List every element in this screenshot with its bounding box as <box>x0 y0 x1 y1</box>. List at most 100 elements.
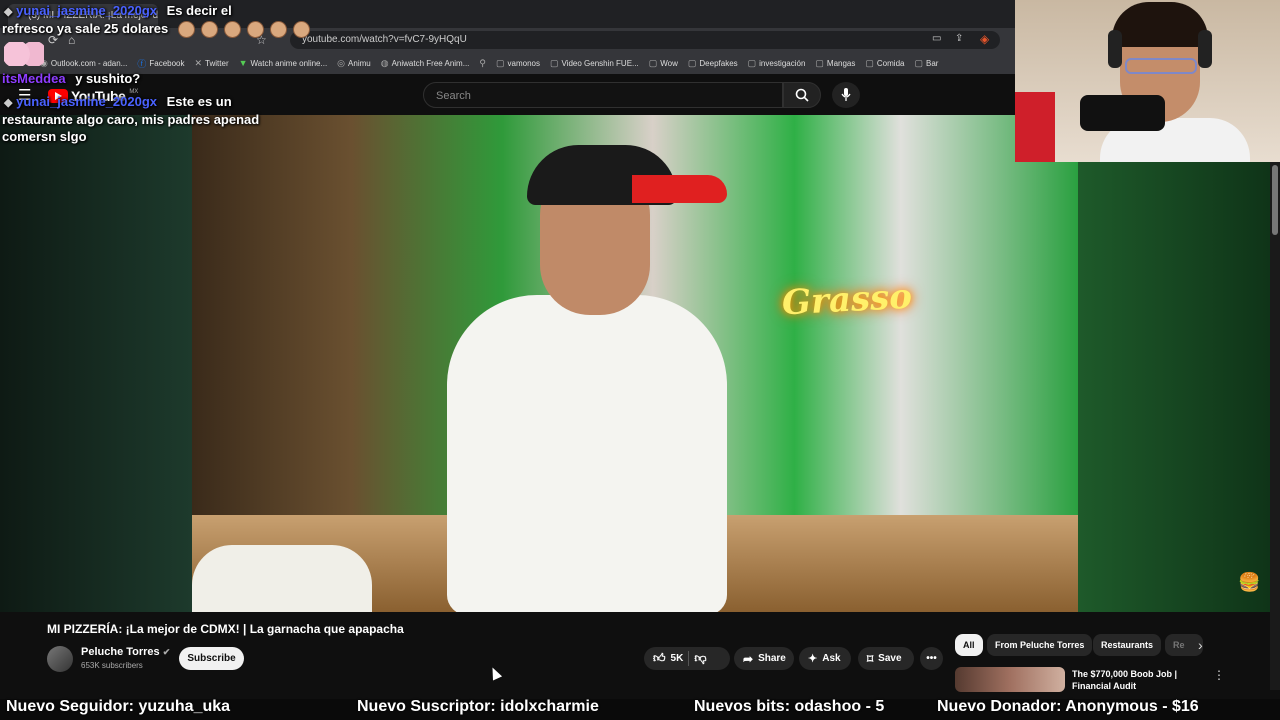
thumbs-up-icon: 👍︎ <box>653 651 666 665</box>
chat-text: restaurante algo caro, mis padres apenad <box>2 112 260 127</box>
share-page-icon[interactable]: ⇪ <box>955 33 963 44</box>
address-bar[interactable]: youtube.com/watch?v=fvC7-9yHQqU <box>290 31 1000 49</box>
bookmark-folder-investigacion[interactable]: ▢ investigación <box>748 58 806 69</box>
bookmark-unnamed[interactable]: ⚲ <box>479 58 486 69</box>
more-actions-button[interactable]: ••• <box>920 647 943 670</box>
alert-new-donation: Nuevo Donador: Anonymous - $16 <box>937 698 1199 715</box>
webcam-chair <box>1015 92 1055 162</box>
chat-username: yunai_jasmine_2020gx <box>16 3 158 18</box>
aniwatch-icon: ◍ <box>380 57 389 68</box>
neon-sign: Grasso <box>781 276 913 324</box>
voice-search-button[interactable] <box>832 82 860 108</box>
bookmark-folder-wow[interactable]: ▢ Wow <box>649 58 678 69</box>
microphone-icon <box>841 88 851 101</box>
recommended-thumbnail[interactable] <box>955 667 1065 692</box>
bookmark-watch-anime[interactable]: ▼ Watch anime online... <box>239 58 328 68</box>
search-input[interactable]: Search <box>423 82 783 108</box>
bookmark-facebook[interactable]: ⓕ Facebook <box>137 57 184 70</box>
webcam-glasses <box>1125 58 1197 74</box>
bookmark-twitter[interactable]: ✕ Twitter <box>195 58 229 69</box>
like-dislike-group: 👍︎ 5K 👎︎ <box>644 647 730 670</box>
globe-icon: ◎ <box>337 57 346 68</box>
chevron-right-icon[interactable]: › <box>1198 637 1203 653</box>
chat-text: Este es un <box>166 94 232 109</box>
video-title: MI PIZZERÍA: ¡La mejor de CDMX! | La gar… <box>47 622 404 636</box>
more-horizontal-icon: ••• <box>926 653 937 664</box>
anime-site-icon: ▼ <box>238 58 248 68</box>
chat-message: itsMeddea y sushito? <box>2 70 140 88</box>
headphones-icon <box>1108 30 1122 68</box>
video-ambient-left <box>0 115 192 612</box>
video-stool <box>192 545 372 612</box>
folder-icon: ▢ <box>687 57 697 68</box>
bookmark-folder-genshin[interactable]: ▢ Video Genshin FUE... <box>550 58 639 69</box>
webcam-hair <box>1112 2 1208 47</box>
burger-emote-icon: 🍔 <box>1238 572 1261 592</box>
folder-icon: ▢ <box>747 57 757 68</box>
chat-text: comersn slgo <box>2 129 87 144</box>
emote-icon <box>269 21 287 39</box>
chat-text: refresco ya sale 25 dolares <box>2 21 169 36</box>
folder-icon: ▢ <box>495 57 505 68</box>
video-person-shirt <box>447 295 727 612</box>
chat-message: refresco ya sale 25 dolares <box>2 20 316 39</box>
pin-icon: ⚲ <box>479 57 486 68</box>
share-button[interactable]: ➦ Share <box>734 647 794 670</box>
chip-from-channel[interactable]: From Peluche Torres <box>987 634 1093 656</box>
subscriber-count: 653K subscribers <box>81 661 143 670</box>
channel-name[interactable]: Peluche Torres ✔ <box>81 646 170 658</box>
bookmarks-bar: ◉Outlook.com - adan... ⓕFacebook ✕Twitte… <box>0 52 1015 74</box>
more-vertical-icon[interactable]: ⋮ <box>1213 668 1225 682</box>
dislike-button[interactable]: 👎︎ <box>694 651 706 666</box>
chat-badge-icon: ◆ <box>4 97 13 109</box>
like-button[interactable]: 👍︎ 5K <box>653 651 683 666</box>
chat-badge-icon: ◆ <box>4 6 13 18</box>
bookmark-icon: ⌑ <box>867 651 874 666</box>
page-scrollbar-thumb[interactable] <box>1272 165 1278 235</box>
channel-avatar[interactable] <box>47 646 73 672</box>
mouse-cursor-icon <box>487 665 503 681</box>
folder-icon: ▢ <box>865 57 874 68</box>
folder-icon: ▢ <box>914 57 923 68</box>
chat-text: y sushito? <box>75 71 141 86</box>
emote-icon <box>292 21 310 39</box>
folder-icon: ▢ <box>549 57 559 68</box>
ask-button[interactable]: ✦ Ask <box>799 647 851 670</box>
verified-badge-icon: ✔ <box>162 647 171 657</box>
cast-icon[interactable]: ▭ <box>932 33 941 44</box>
bookmark-folder-mangas[interactable]: ▢ Mangas <box>815 58 855 69</box>
bookmark-aniwatch[interactable]: ◍ Aniwatch Free Anim... <box>381 58 470 69</box>
folder-icon: ▢ <box>648 57 658 68</box>
facebook-icon: ⓕ <box>137 58 147 69</box>
microphone-icon <box>1080 95 1165 131</box>
chat-emotes <box>177 21 316 39</box>
subscribe-button[interactable]: Subscribe <box>179 647 244 670</box>
chat-text: Es decir el <box>166 3 232 18</box>
save-button[interactable]: ⌑ Save <box>858 647 914 670</box>
chip-all[interactable]: All <box>955 634 983 656</box>
chip-restaurants[interactable]: Restaurants <box>1093 634 1162 656</box>
bookmark-outlook[interactable]: ◉Outlook.com - adan... <box>40 58 127 69</box>
share-arrow-icon: ➦ <box>743 651 754 666</box>
video-player[interactable]: Grasso <box>192 115 1078 612</box>
video-person-cap-brim <box>632 175 727 203</box>
x-icon: ✕ <box>194 57 203 68</box>
chat-message: ◆ yunai_jasmine_2020gx Este es un <box>4 93 232 112</box>
sparkle-icon: ✦ <box>808 653 818 665</box>
headphones-icon <box>1198 30 1212 68</box>
bookmark-animu[interactable]: ◎ Animu <box>337 58 371 69</box>
emote-icon <box>223 21 241 39</box>
bookmark-folder-deepfakes[interactable]: ▢ Deepfakes <box>688 58 738 69</box>
thumbs-down-icon: 👎︎ <box>694 651 707 665</box>
bookmark-folder-comida[interactable]: ▢ Comida <box>865 58 904 69</box>
bookmark-folder-bar[interactable]: ▢ Bar <box>914 58 938 69</box>
recommended-title[interactable]: The $770,000 Boob Job | Financial Audit <box>1072 668 1192 690</box>
brave-shield-icon[interactable]: ◈ <box>980 32 989 46</box>
chat-message: ◆ yunai_jasmine_2020gx Es decir el <box>4 2 232 21</box>
search-button[interactable] <box>783 82 821 108</box>
emote-icon <box>200 21 218 39</box>
search-icon <box>795 88 809 102</box>
alert-new-subscriber: Nuevo Suscriptor: idolxcharmie <box>357 698 599 715</box>
bookmark-folder-vamonos[interactable]: ▢ vamonos <box>496 58 540 69</box>
page-scrollbar[interactable] <box>1270 160 1280 690</box>
